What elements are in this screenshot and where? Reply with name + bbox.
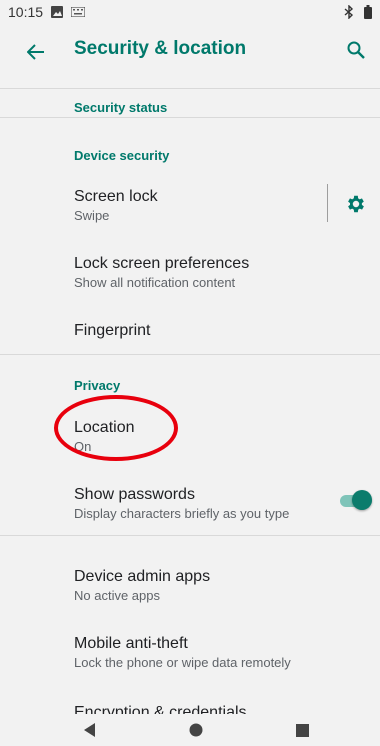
- bluetooth-icon: [344, 5, 354, 19]
- screen-lock-settings-button[interactable]: [345, 193, 367, 215]
- device-admin-apps-item[interactable]: Device admin apps No active apps: [74, 567, 324, 605]
- image-notification-icon: [51, 6, 64, 18]
- battery-icon: [364, 5, 372, 19]
- section-header-device-security: Device security: [74, 148, 170, 163]
- keyboard-icon: [71, 7, 86, 17]
- section-header-security-status[interactable]: Security status: [74, 100, 167, 115]
- encryption-credentials-title: Encryption & credentials: [74, 704, 247, 714]
- screen-lock-summary: Swipe: [74, 208, 110, 223]
- lock-screen-preferences-summary: Show all notification content: [74, 275, 236, 290]
- gear-icon: [348, 195, 364, 213]
- divider: [0, 535, 380, 536]
- show-passwords-toggle[interactable]: [340, 490, 372, 512]
- mobile-anti-theft-item[interactable]: Mobile anti-theft Lock the phone or wipe…: [74, 634, 344, 672]
- app-bar: Security & location: [0, 24, 380, 80]
- screen-lock-title: Screen lock: [74, 188, 158, 205]
- show-passwords-item[interactable]: Show passwords Display characters briefl…: [74, 485, 334, 523]
- mobile-anti-theft-title: Mobile anti-theft: [74, 635, 188, 652]
- section-header-privacy: Privacy: [74, 378, 121, 393]
- search-button[interactable]: [342, 36, 370, 64]
- back-button[interactable]: [22, 38, 50, 66]
- nav-back-button[interactable]: [80, 722, 100, 738]
- divider: [0, 354, 380, 355]
- page-title: Security & location: [74, 38, 247, 59]
- nav-home-icon: [189, 723, 203, 737]
- annotation-circle: [54, 395, 178, 461]
- nav-home-button[interactable]: [186, 722, 206, 738]
- fingerprint-item[interactable]: Fingerprint: [74, 321, 324, 341]
- fingerprint-title: Fingerprint: [74, 322, 151, 339]
- arrow-back-icon: [27, 44, 44, 60]
- vertical-divider: [327, 184, 328, 222]
- nav-recents-button[interactable]: [292, 722, 312, 738]
- status-time: 10:15: [8, 4, 44, 20]
- device-admin-apps-summary: No active apps: [74, 588, 160, 603]
- encryption-credentials-item[interactable]: Encryption & credentials: [74, 703, 324, 714]
- show-passwords-summary: Display characters briefly as you type: [74, 506, 290, 521]
- divider: [0, 117, 380, 118]
- status-bar: 10:15: [0, 0, 380, 24]
- nav-recents-icon: [295, 723, 309, 737]
- divider: [0, 88, 380, 89]
- screen-lock-item[interactable]: Screen lock Swipe: [74, 187, 324, 225]
- show-passwords-title: Show passwords: [74, 486, 195, 503]
- device-admin-apps-title: Device admin apps: [74, 568, 211, 585]
- mobile-anti-theft-summary: Lock the phone or wipe data remotely: [74, 655, 291, 670]
- search-icon: [347, 41, 365, 59]
- navigation-bar: [0, 714, 380, 746]
- toggle-thumb: [352, 490, 372, 510]
- nav-back-icon: [84, 723, 95, 737]
- lock-screen-preferences-item[interactable]: Lock screen preferences Show all notific…: [74, 254, 344, 292]
- lock-screen-preferences-title: Lock screen preferences: [74, 255, 250, 272]
